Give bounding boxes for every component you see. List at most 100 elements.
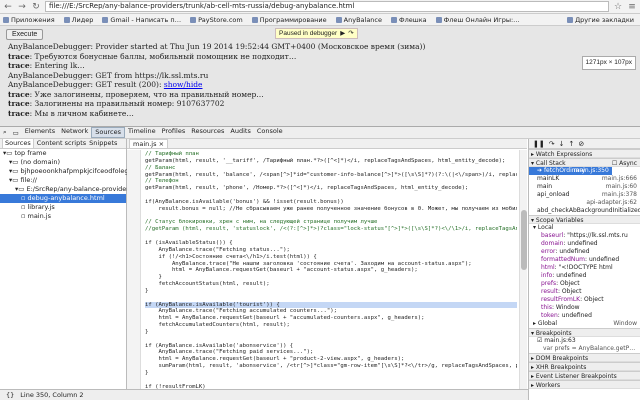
global-scope[interactable]: ▸ Global Window (529, 320, 640, 328)
tree-item[interactable]: ▾▭ (no domain) (0, 158, 126, 167)
variable-name: token (541, 312, 558, 319)
workers-section[interactable]: ▸ Workers (529, 380, 640, 389)
address-bar: ← → ↻ file:///E:/SrcRep/any-balance-prov… (0, 0, 640, 14)
scope-variable[interactable]: prefs: Object (529, 280, 640, 288)
bookmark-item[interactable]: Программирование (251, 16, 327, 24)
resume-icon[interactable]: ▶ (340, 29, 345, 38)
scope-variable[interactable]: this: Window (529, 304, 640, 312)
step-out-icon[interactable]: ↑ (568, 140, 574, 148)
tree-item[interactable]: ▫ debug-anybalance.html (0, 194, 126, 203)
tab-resources[interactable]: Resources (188, 127, 227, 138)
scroll-thumb[interactable] (521, 210, 527, 270)
file-tab-main-js[interactable]: main.js × (129, 139, 169, 149)
bookmark-item[interactable]: Флешка (391, 16, 427, 24)
call-frame[interactable]: main main.js:60 (529, 183, 640, 191)
tab-console[interactable]: Console (254, 127, 286, 138)
tree-item[interactable]: ▾▭ top frame (0, 149, 126, 158)
tab-network[interactable]: Network (58, 127, 91, 138)
step-into-icon[interactable]: ↓ (559, 140, 565, 148)
navigator-tab[interactable]: Snippets (89, 139, 117, 148)
step-over-icon[interactable]: ↷ (348, 29, 353, 38)
variable-name: formattedNum (541, 256, 586, 263)
call-frame[interactable]: api-adapter.js:62 (529, 199, 640, 207)
call-frame[interactable]: abd_checkAbBackgroundInitialized (529, 207, 640, 215)
deactivate-icon[interactable]: ⊘ (578, 140, 584, 148)
tab-audits[interactable]: Audits (227, 127, 253, 138)
breakpoint-item[interactable]: ☑ main.js:63 (529, 337, 640, 345)
variable-value: : Object (580, 296, 604, 303)
log-text: : Залогинены на правильный номер: 910763… (29, 99, 225, 108)
tab-elements[interactable]: Elements (22, 127, 58, 138)
variable-name: resultFromLK (541, 296, 581, 303)
call-frame[interactable]: ➔ fetchOrdinary main.js:350 (529, 167, 612, 175)
event-breakpoints-section[interactable]: ▸ Event Listener Breakpoints (529, 371, 640, 380)
tree-item[interactable]: ▾▭ bjhpoeoonkhafpmpkjcifceodfoleg (0, 167, 129, 176)
variable-name: this (541, 304, 552, 311)
star-icon[interactable]: ☆ (613, 2, 623, 12)
scope-variable[interactable]: html: "<!DOCTYPE html (529, 264, 640, 272)
tree-item[interactable]: ▫ library.js (0, 203, 126, 212)
dom-breakpoints-section[interactable]: ▸ DOM Breakpoints (529, 353, 640, 362)
code-line: AnyBalance.trace("Fetching status..."); (145, 246, 290, 253)
scope-variable[interactable]: baseurl: "https://lk.ssl.mts.ru (529, 232, 640, 240)
scope-variable[interactable]: info: undefined (529, 272, 640, 280)
scope-variable[interactable]: result: Object (529, 288, 640, 296)
frame-name: mainLK (537, 175, 560, 182)
forward-arrow-icon[interactable]: → (17, 2, 27, 12)
scope-variable[interactable]: formattedNum: undefined (529, 256, 640, 264)
local-scope[interactable]: ▾ Local (529, 224, 640, 232)
code-line: // Баланс (145, 164, 176, 171)
tab-profiles[interactable]: Profiles (159, 127, 189, 138)
bookmark-item[interactable]: Gmail - Написать п… (102, 16, 181, 24)
device-icon[interactable]: ▭ (10, 129, 22, 137)
bookmark-item[interactable]: Флеш Онлайн Игры:… (435, 16, 520, 24)
debugger-controls: ❚❚ ↷ ↓ ↑ ⊘ (529, 139, 640, 149)
bookmark-item[interactable]: Другие закладки (567, 16, 634, 24)
navigator-tab[interactable]: Content scripts (37, 139, 86, 148)
bookmark-item[interactable]: PayStore.com (190, 16, 243, 24)
log-trace-label: trace (8, 61, 30, 70)
scope-variable[interactable]: domain: undefined (529, 240, 640, 248)
bookmark-item[interactable]: AnyBalance (335, 16, 382, 24)
bookmark-icon (190, 16, 197, 23)
callstack-section[interactable]: ▾ Call Stack ☐ Async (529, 158, 640, 167)
bookmark-item[interactable]: Лидер (63, 16, 93, 24)
pause-icon[interactable]: ❚❚ (533, 140, 545, 148)
bookmark-label: Gmail - Написать п… (110, 15, 182, 24)
show-hide-link[interactable]: show/hide (164, 80, 203, 89)
tree-item[interactable]: ▫ main.js (0, 212, 126, 221)
menu-icon[interactable]: ≡ (627, 2, 637, 12)
code-editor[interactable]: main.js × // Тарифный план getParam(html,… (127, 139, 527, 389)
breakpoints-section[interactable]: ▾ Breakpoints (529, 328, 640, 337)
code-scrollbar[interactable] (519, 150, 527, 389)
navigator-tab[interactable]: Sources (2, 139, 34, 148)
tab-sources[interactable]: Sources (91, 127, 125, 138)
pretty-print-icon[interactable]: {} (6, 391, 14, 399)
tree-item[interactable]: ▾▭ E:/SrcRep/any-balance-providers (0, 185, 132, 194)
code-line: html = AnyBalance.requestGet(baseurl + "… (145, 356, 405, 363)
tree-label: E:/SrcRep/any-balance-providers (26, 185, 133, 193)
call-frame[interactable]: mainLK main.js:666 (529, 175, 640, 183)
log-trace-label: trace (8, 51, 30, 61)
scope-variable[interactable]: error: undefined (529, 248, 640, 256)
watch-section[interactable]: ▸ Watch Expressions (529, 149, 640, 158)
xhr-breakpoints-section[interactable]: ▸ XHR Breakpoints (529, 362, 640, 371)
frame-name: api_onload (537, 191, 570, 198)
url-input[interactable]: file:///E:/SrcRep/any-balance-providers/… (45, 1, 609, 12)
back-arrow-icon[interactable]: ← (3, 2, 13, 12)
tab-timeline[interactable]: Timeline (125, 127, 159, 138)
scope-section[interactable]: ▾ Scope Variables (529, 215, 640, 224)
bookmark-label: Флешка (399, 15, 427, 24)
call-frame[interactable]: api_onload main.js:378 (529, 191, 640, 199)
scope-variable[interactable]: token: undefined (529, 312, 640, 320)
bookmark-item[interactable]: Приложения (3, 16, 55, 24)
search-icon[interactable]: ⌕ (0, 128, 10, 137)
code-line: } (145, 328, 149, 335)
reload-icon[interactable]: ↻ (31, 2, 41, 12)
execute-button[interactable]: Execute (6, 29, 44, 40)
scope-variable[interactable]: resultFromLK: Object (529, 296, 640, 304)
log-line: trace: Залогинены на правильный номер: 9… (0, 99, 620, 109)
tree-item[interactable]: ▾▭ file:// (0, 176, 126, 185)
step-over-icon[interactable]: ↷ (549, 140, 555, 148)
